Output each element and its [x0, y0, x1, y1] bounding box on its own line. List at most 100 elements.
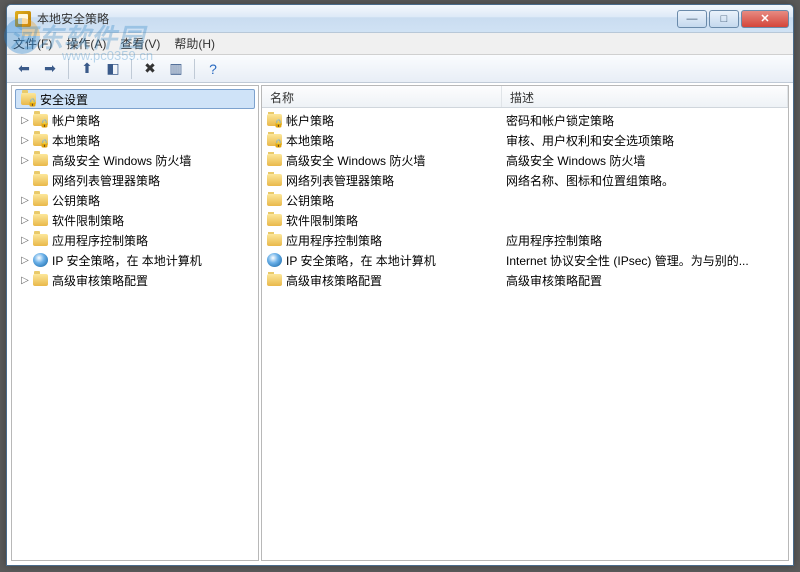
ip-policy-icon: [32, 252, 48, 268]
toolbar: ⬅ ➡ ⬆ ◧ ✖ ▥ ?: [7, 55, 793, 83]
cell-desc: Internet 协议安全性 (IPsec) 管理。为与别的...: [506, 252, 784, 269]
tree-item[interactable]: 网络列表管理器策略: [12, 170, 258, 190]
tree-item[interactable]: ▷ 应用程序控制策略: [12, 230, 258, 250]
menu-help[interactable]: 帮助(H): [174, 35, 215, 52]
folder-icon: [266, 232, 282, 248]
forward-button[interactable]: ➡: [39, 58, 61, 80]
menubar: 文件(F) 操作(A) 查看(V) 帮助(H): [7, 33, 793, 55]
folder-icon: [32, 192, 48, 208]
back-button[interactable]: ⬅: [13, 58, 35, 80]
list-row[interactable]: 高级安全 Windows 防火墙高级安全 Windows 防火墙: [262, 150, 788, 170]
tree-item-label: 公钥策略: [52, 192, 100, 209]
expander-icon[interactable]: ▷: [18, 215, 32, 226]
list-body[interactable]: 帐户策略 密码和帐户锁定策略本地策略 审核、用户权利和安全选项策略高级安全 Wind…: [262, 108, 788, 560]
tree-root-item[interactable]: 安全设置: [15, 89, 255, 109]
cell-name: 应用程序控制策略: [266, 232, 506, 249]
expander-icon[interactable]: ▷: [18, 235, 32, 246]
folder-icon: [32, 152, 48, 168]
tree: 安全设置 ▷ 帐户策略 ▷ 本地策略 ▷ 高级安全 Windows 防火墙网络列表管理器策…: [12, 86, 258, 292]
column-header-name[interactable]: 名称: [262, 86, 502, 107]
cell-desc: 审核、用户权利和安全选项策略: [506, 132, 784, 149]
cell-name: 高级审核策略配置: [266, 272, 506, 289]
folder-icon: [266, 272, 282, 288]
list-row[interactable]: 网络列表管理器策略网络名称、图标和位置组策略。: [262, 170, 788, 190]
window-controls: — □ ✕: [675, 10, 789, 28]
maximize-button[interactable]: □: [709, 10, 739, 28]
cell-desc: 高级审核策略配置: [506, 272, 784, 289]
up-button[interactable]: ⬆: [76, 58, 98, 80]
expander-icon[interactable]: ▷: [18, 115, 32, 126]
tree-item-label: 应用程序控制策略: [52, 232, 148, 249]
list-row[interactable]: 帐户策略 密码和帐户锁定策略: [262, 110, 788, 130]
list-row[interactable]: 软件限制策略: [262, 210, 788, 230]
cell-name: 本地策略: [266, 132, 506, 149]
cell-desc: 应用程序控制策略: [506, 232, 784, 249]
cell-name: 帐户策略: [266, 112, 506, 129]
folder-icon: [32, 232, 48, 248]
toolbar-separator: [68, 59, 69, 79]
tree-item-label: 软件限制策略: [52, 212, 124, 229]
content-area: 安全设置 ▷帐户策略▷本地策略▷高级安全 Windows 防火墙网络列表管理器策…: [7, 83, 793, 565]
cell-name: 网络列表管理器策略: [266, 172, 506, 189]
tree-item[interactable]: ▷ 软件限制策略: [12, 210, 258, 230]
list-row[interactable]: 应用程序控制策略 应用程序控制策略: [262, 230, 788, 250]
tree-item[interactable]: ▷ IP 安全策略，在 本地计算机: [12, 250, 258, 270]
expander-icon[interactable]: ▷: [18, 275, 32, 286]
cell-name: 公钥策略: [266, 192, 506, 209]
expander-icon[interactable]: ▷: [18, 135, 32, 146]
folder-lock-icon: [32, 132, 48, 148]
list-header: 名称 描述: [262, 86, 788, 108]
tree-item-label: 高级审核策略配置: [52, 272, 148, 289]
tree-item[interactable]: ▷ 高级安全 Windows 防火墙: [12, 150, 258, 170]
tree-item[interactable]: ▷ 高级审核策略配置: [12, 270, 258, 290]
tree-item-label: 高级安全 Windows 防火墙: [52, 152, 191, 169]
expander-icon[interactable]: ▷: [18, 195, 32, 206]
list-row[interactable]: 本地策略 审核、用户权利和安全选项策略: [262, 130, 788, 150]
row-name-label: 软件限制策略: [286, 212, 358, 229]
column-header-desc[interactable]: 描述: [502, 86, 788, 107]
folder-lock-icon: [32, 112, 48, 128]
folder-icon: [32, 172, 48, 188]
menu-action[interactable]: 操作(A): [66, 35, 106, 52]
list-row[interactable]: 公钥策略: [262, 190, 788, 210]
row-name-label: 应用程序控制策略: [286, 232, 382, 249]
expander-icon[interactable]: ▷: [18, 255, 32, 266]
minimize-button[interactable]: —: [677, 10, 707, 28]
expander-icon[interactable]: ▷: [18, 155, 32, 166]
security-root-icon: [20, 91, 36, 107]
row-name-label: IP 安全策略，在 本地计算机: [286, 252, 436, 269]
properties-button[interactable]: ▥: [165, 58, 187, 80]
cell-name: IP 安全策略，在 本地计算机: [266, 252, 506, 269]
folder-icon: [32, 212, 48, 228]
tree-item-label: IP 安全策略，在 本地计算机: [52, 252, 202, 269]
tree-pane[interactable]: 安全设置 ▷ 帐户策略 ▷ 本地策略 ▷ 高级安全 Windows 防火墙网络列表管理器策…: [11, 85, 259, 561]
main-window: 本地安全策略 — □ ✕ 文件(F) 操作(A) 查看(V) 帮助(H) ⬅ ➡…: [6, 4, 794, 566]
close-button[interactable]: ✕: [741, 10, 789, 28]
window-title: 本地安全策略: [37, 10, 675, 27]
tree-root-label: 安全设置: [40, 91, 88, 108]
menu-view[interactable]: 查看(V): [120, 35, 160, 52]
row-name-label: 本地策略: [286, 132, 334, 149]
folder-lock-icon: [266, 112, 282, 128]
cell-name: 软件限制策略: [266, 212, 506, 229]
show-hide-tree-button[interactable]: ◧: [102, 58, 124, 80]
help-button[interactable]: ?: [202, 58, 224, 80]
row-name-label: 帐户策略: [286, 112, 334, 129]
titlebar[interactable]: 本地安全策略 — □ ✕: [7, 5, 793, 33]
tree-item-label: 网络列表管理器策略: [52, 172, 160, 189]
cell-name: 高级安全 Windows 防火墙: [266, 152, 506, 169]
tree-item[interactable]: ▷ 帐户策略: [12, 110, 258, 130]
tree-item[interactable]: ▷ 公钥策略: [12, 190, 258, 210]
ip-policy-icon: [266, 252, 282, 268]
watermark-logo: [4, 18, 40, 54]
tree-item[interactable]: ▷ 本地策略: [12, 130, 258, 150]
tree-item-label: 本地策略: [52, 132, 100, 149]
list-pane: 名称 描述 帐户策略 密码和帐户锁定策略本地策略 审核、用户权利和安全选项策略高级安…: [261, 85, 789, 561]
list-row[interactable]: 高级审核策略配置高级审核策略配置: [262, 270, 788, 290]
tree-item-label: 帐户策略: [52, 112, 100, 129]
cell-desc: 高级安全 Windows 防火墙: [506, 152, 784, 169]
delete-button[interactable]: ✖: [139, 58, 161, 80]
folder-icon: [266, 172, 282, 188]
cell-desc: 密码和帐户锁定策略: [506, 112, 784, 129]
list-row[interactable]: IP 安全策略，在 本地计算机 Internet 协议安全性 (IPsec) 管理…: [262, 250, 788, 270]
